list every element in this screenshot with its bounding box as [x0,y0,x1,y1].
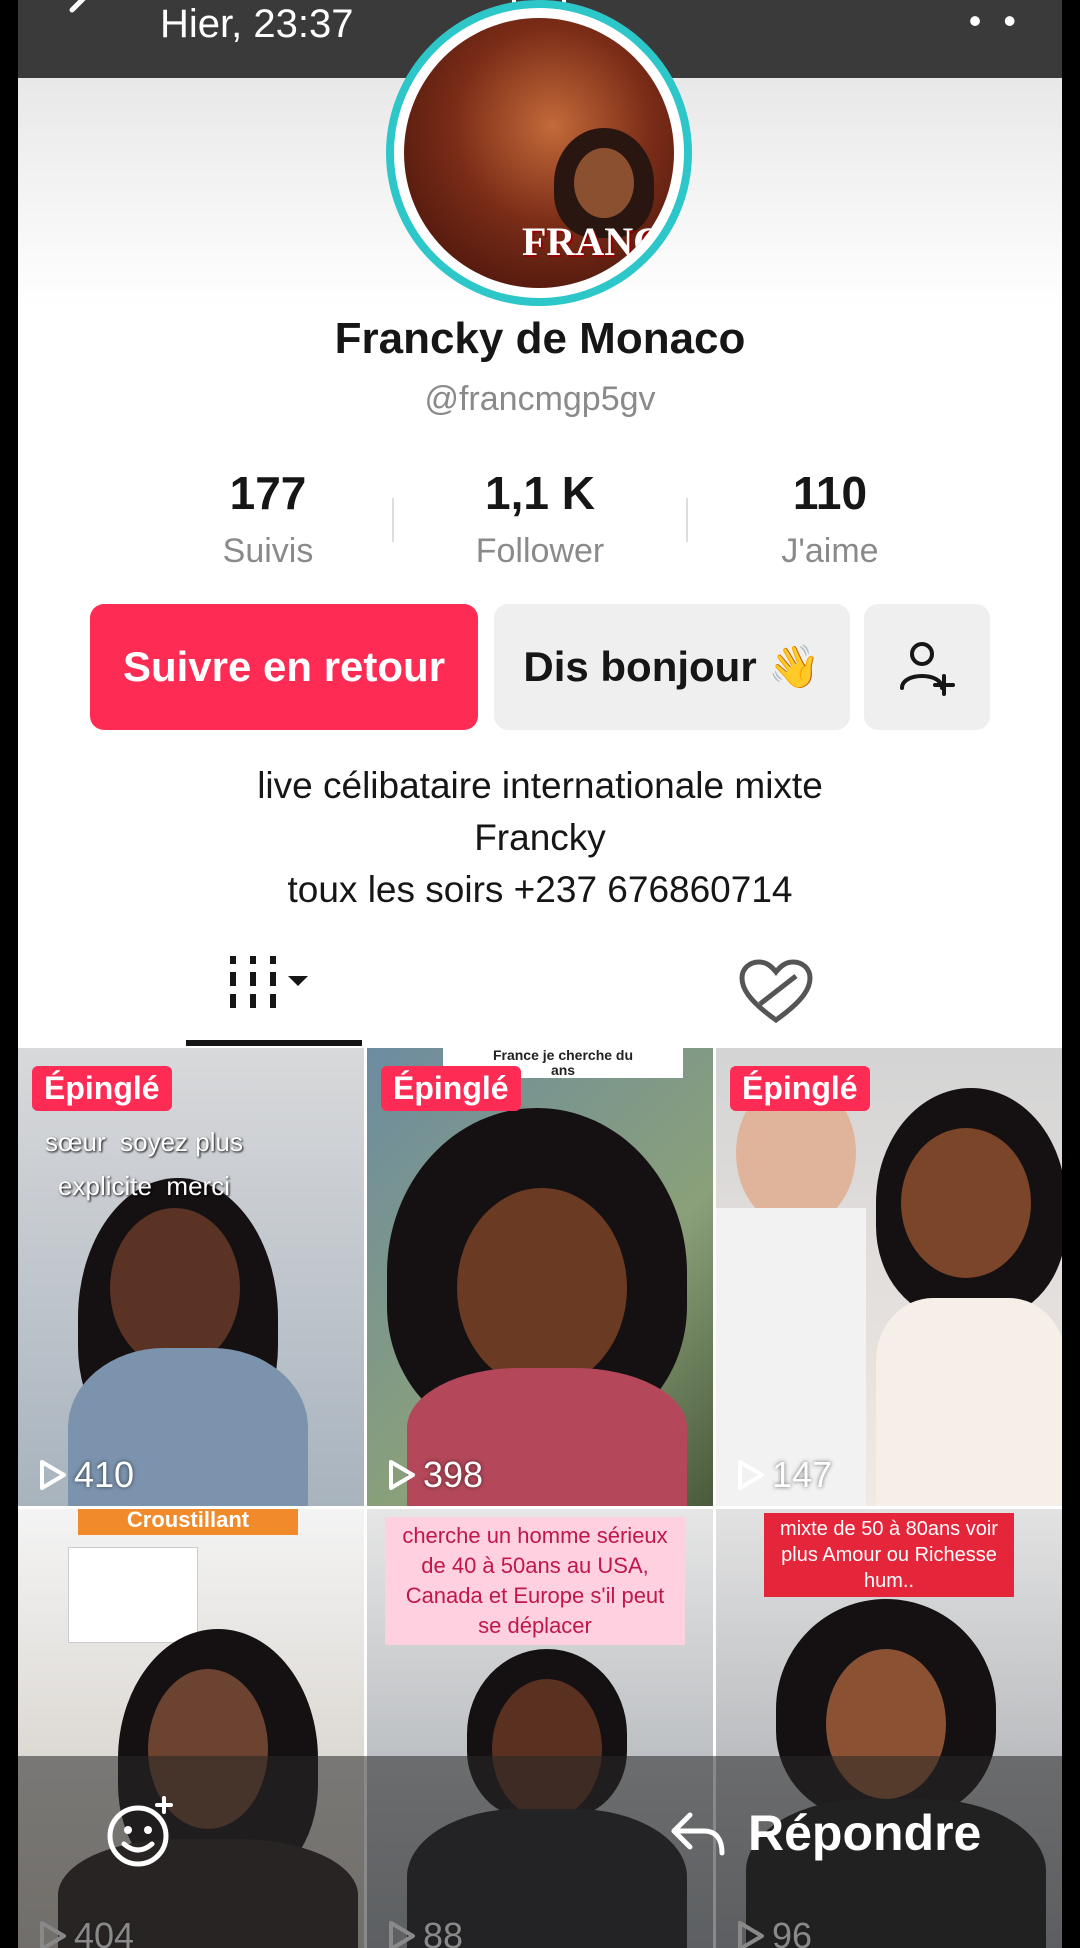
profile-stats: 177 Suivis 1,1 K Follower 110 J'aime [18,466,1062,576]
avatar-brand-text: FRANCK [522,219,674,264]
stat-label: Suivis [222,532,314,570]
add-reaction-icon[interactable] [104,1796,178,1870]
video-caption: mixte de 50 à 80ans voir plus Amour ou R… [764,1513,1014,1597]
stat-likes[interactable]: 110 J'aime [720,466,940,571]
liked-hidden-icon[interactable] [738,958,814,1028]
story-timestamp: Hier, 23:37 [160,2,354,46]
pinned-badge: Épinglé [32,1066,172,1111]
avatar-image: FRANCK [404,18,674,288]
view-count: 410 [38,1454,134,1496]
say-hello-button[interactable]: Dis bonjour 👋 [494,604,850,730]
stat-value: 177 [229,467,307,519]
view-count: 147 [736,1454,832,1496]
view-count: 398 [387,1454,483,1496]
profile-bio: live célibataire internationale mixte Fr… [18,760,1062,916]
grid-icon [230,956,308,1008]
play-icon [40,1460,66,1490]
comment-sticker [68,1547,198,1643]
stat-divider [392,498,394,542]
avatar[interactable]: FRANCK [386,0,692,306]
display-name: Francky de Monaco [334,314,746,363]
play-icon [738,1460,764,1490]
video-caption: Croustillant [78,1509,298,1535]
story-reply-bar: Répondre [18,1756,1062,1948]
tab-videos[interactable] [186,940,362,1046]
username: @francmgp5gv [424,380,656,418]
active-tab-indicator [186,1040,362,1046]
more-options-icon[interactable]: • • [969,0,1022,42]
profile-screen: Hier, 23:37 • • FRANCK Francky de Monaco… [18,0,1062,1948]
pinned-badge: Épinglé [730,1066,870,1111]
follow-back-button[interactable]: Suivre en retour [90,604,478,730]
add-user-icon [900,642,955,696]
bio-line: Francky [474,817,606,858]
stat-divider [686,498,688,542]
stat-value: 1,1 K [485,467,595,519]
reply-label: Répondre [748,1805,982,1861]
back-arrow-icon[interactable] [60,0,100,30]
video-tile[interactable]: âme sœur soyez plus explicite merci Épin… [18,1048,364,1506]
stat-label: Follower [475,532,605,570]
stat-followers[interactable]: 1,1 K Follower [430,466,650,571]
video-caption: cherche un homme sérieux de 40 à 50ans a… [385,1517,685,1645]
play-icon [389,1460,415,1490]
video-tile[interactable]: Épinglé 147 [716,1048,1062,1506]
stat-label: J'aime [781,532,879,570]
profile-tabs [18,940,1062,1046]
video-tile[interactable]: France je cherche du ans Épinglé 398 [367,1048,713,1506]
pinned-badge: Épinglé [381,1066,521,1111]
stat-following[interactable]: 177 Suivis [158,466,378,571]
bio-line: toux les soirs +237 676860714 [287,869,793,910]
stat-value: 110 [792,467,868,519]
reply-button[interactable]: Répondre [668,1804,981,1862]
bio-line: live célibataire internationale mixte [257,765,823,806]
add-friend-button[interactable] [864,604,990,730]
reply-arrow-icon [671,1812,725,1856]
